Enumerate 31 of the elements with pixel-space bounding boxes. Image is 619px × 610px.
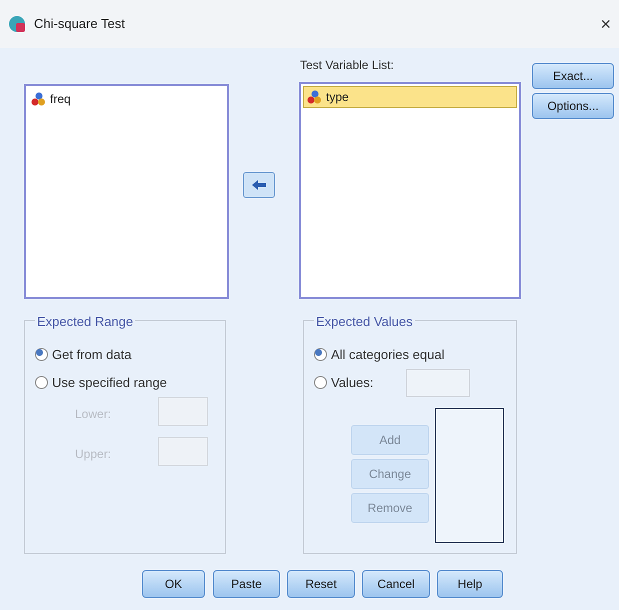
- dialog-button[interactable]: Exact...: [532, 63, 614, 89]
- radio-button[interactable]: [314, 376, 327, 390]
- radio-button[interactable]: [35, 376, 48, 390]
- radio-button[interactable]: [314, 348, 327, 362]
- dialog-button[interactable]: Help: [437, 570, 503, 598]
- input-field[interactable]: [158, 397, 208, 426]
- app-icon: [8, 15, 26, 33]
- radio-label: Get from data: [52, 346, 132, 364]
- list-item[interactable]: type: [303, 86, 517, 108]
- dialog-button[interactable]: Cancel: [362, 570, 430, 598]
- arrow-left-icon: [251, 179, 267, 191]
- dialog-button[interactable]: Paste: [213, 570, 280, 598]
- dialog-button[interactable]: Reset: [287, 570, 355, 598]
- close-button[interactable]: ×: [600, 15, 611, 33]
- list-box[interactable]: freq: [24, 84, 229, 299]
- list-label: Test Variable List:: [300, 57, 394, 74]
- list-box[interactable]: type: [299, 82, 521, 299]
- variable-icon: [306, 89, 322, 105]
- radio-label: Use specified range: [52, 374, 167, 392]
- move-button[interactable]: [243, 172, 275, 198]
- radio-label: All categories equal: [331, 346, 444, 364]
- dialog-button[interactable]: OK: [142, 570, 205, 598]
- window-title: Chi-square Test: [34, 15, 125, 34]
- radio-button[interactable]: [35, 348, 48, 362]
- input-field[interactable]: [158, 437, 208, 466]
- variable-icon: [30, 91, 46, 107]
- input-field[interactable]: [406, 369, 470, 397]
- list-item[interactable]: freq: [28, 88, 225, 110]
- list-box[interactable]: [435, 408, 504, 543]
- dialog-button[interactable]: Options...: [532, 93, 614, 119]
- radio-label: Values:: [331, 374, 374, 392]
